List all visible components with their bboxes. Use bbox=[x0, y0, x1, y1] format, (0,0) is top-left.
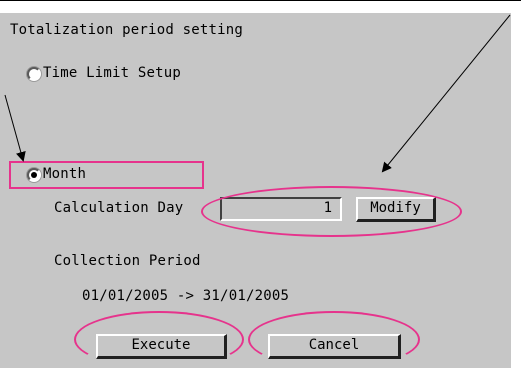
month-radio[interactable] bbox=[27, 168, 41, 182]
dialog-title: Totalization period setting bbox=[10, 22, 243, 38]
month-label[interactable]: Month bbox=[43, 166, 86, 182]
collection-period-range: 01/01/2005 -> 31/01/2005 bbox=[82, 288, 290, 304]
calculation-day-label: Calculation Day bbox=[54, 200, 184, 216]
radio-selected-dot bbox=[31, 172, 37, 178]
calculation-highlight-ellipse bbox=[201, 186, 462, 237]
cancel-highlight-ellipse bbox=[248, 311, 420, 368]
collection-period-label: Collection Period bbox=[54, 253, 201, 269]
time-limit-radio[interactable] bbox=[27, 67, 41, 81]
execute-highlight-ellipse bbox=[74, 311, 244, 368]
time-limit-label[interactable]: Time Limit Setup bbox=[43, 65, 181, 81]
